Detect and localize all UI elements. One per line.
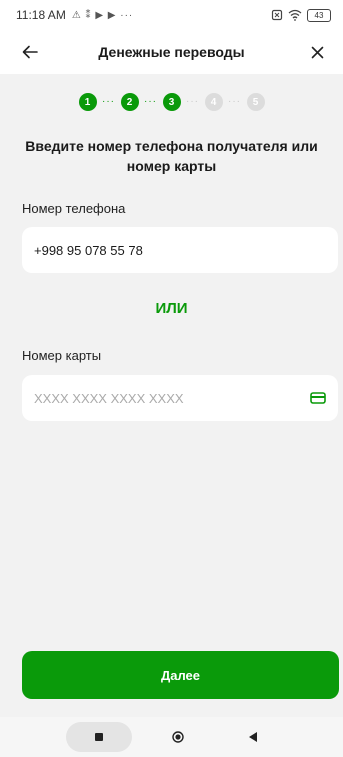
step-connector: ···: [102, 96, 115, 107]
recent-apps-button[interactable]: [66, 722, 132, 752]
next-button[interactable]: Далее: [22, 651, 339, 699]
status-bar: 11:18 AM ⚠ ⁑ ▶ ▶ ··· 43: [0, 0, 343, 30]
step-4: 4: [204, 93, 223, 111]
step-connector: ···: [186, 96, 199, 107]
progress-stepper: 1 ··· 2 ··· 3 ··· 4 ··· 5: [0, 92, 343, 112]
step-connector: ···: [228, 96, 241, 107]
close-button[interactable]: [305, 40, 329, 64]
sim-icon: [271, 9, 283, 21]
card-input[interactable]: [34, 390, 302, 406]
step-1: 1: [78, 93, 97, 111]
phone-input[interactable]: [34, 242, 326, 258]
back-button[interactable]: [18, 40, 42, 64]
battery-icon: 43: [307, 8, 331, 22]
wifi-icon: [288, 9, 302, 21]
status-time: 11:18 AM: [16, 8, 66, 22]
or-divider-text: ИЛИ: [155, 300, 188, 317]
credit-card-icon[interactable]: [310, 392, 326, 404]
card-label: Номер карты: [22, 348, 102, 363]
status-left: 11:18 AM ⚠ ⁑ ▶ ▶ ···: [16, 8, 133, 22]
step-3: 3: [162, 93, 181, 111]
page-title: Денежные переводы: [98, 44, 245, 60]
form-heading: Введите номер телефона получателя или но…: [25, 138, 318, 174]
arrow-left-icon: [22, 45, 38, 59]
back-triangle-icon[interactable]: [247, 731, 259, 743]
step-2: 2: [120, 93, 139, 111]
status-right: 43: [271, 8, 331, 22]
close-icon: [311, 46, 323, 58]
step-connector: ···: [144, 96, 157, 107]
home-circle-icon[interactable]: [172, 731, 184, 743]
phone-field[interactable]: [22, 227, 338, 273]
phone-label: Номер телефона: [22, 201, 126, 216]
square-icon: [95, 733, 103, 741]
app-header: Денежные переводы: [0, 30, 343, 74]
system-nav-bar: [0, 717, 343, 757]
battery-level: 43: [314, 10, 324, 20]
notification-icons: ⚠ ⁑ ▶ ▶ ···: [71, 9, 134, 21]
step-5: 5: [246, 93, 265, 111]
card-field[interactable]: [22, 375, 338, 421]
